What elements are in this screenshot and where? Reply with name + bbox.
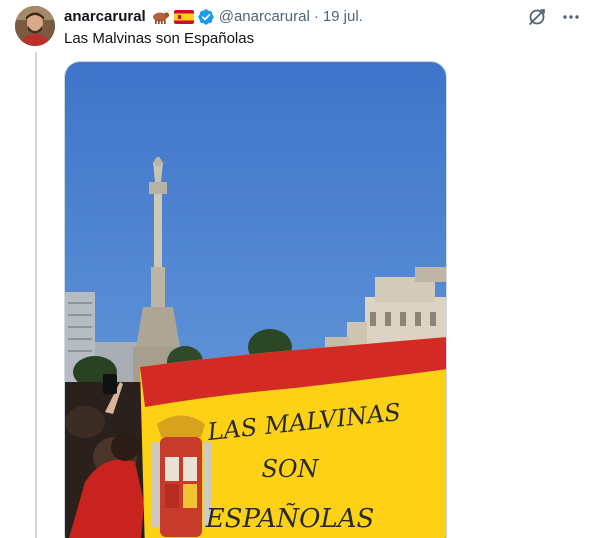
tweet-text: Las Malvinas son Españolas <box>64 30 255 47</box>
more-icon[interactable] <box>560 6 582 28</box>
tweet-container: anarcarural @anarcarural · 19 jul. Las M… <box>0 0 596 538</box>
tweet-photo[interactable]: LAS MALVINAS SON ESPAÑOLAS <box>64 61 447 538</box>
spanish-flag: LAS MALVINAS SON ESPAÑOLAS <box>140 337 446 538</box>
flag-text-line3: ESPAÑOLAS <box>205 502 375 534</box>
ox-emoji-icon <box>150 9 170 25</box>
flag-text-line2: SON <box>261 455 319 483</box>
spain-flag-icon <box>173 9 194 25</box>
user-handle[interactable]: @anarcarural <box>219 7 310 27</box>
tweet-actions-top <box>526 6 582 28</box>
tweet-header: anarcarural @anarcarural · 19 jul. <box>64 7 363 27</box>
verified-badge-icon <box>198 9 214 25</box>
tweet-date[interactable]: 19 jul. <box>323 7 363 27</box>
display-name[interactable]: anarcarural <box>64 7 146 27</box>
separator-dot: · <box>313 8 319 25</box>
grok-icon[interactable] <box>526 6 548 28</box>
avatar[interactable] <box>15 6 55 46</box>
thread-line <box>35 52 37 538</box>
